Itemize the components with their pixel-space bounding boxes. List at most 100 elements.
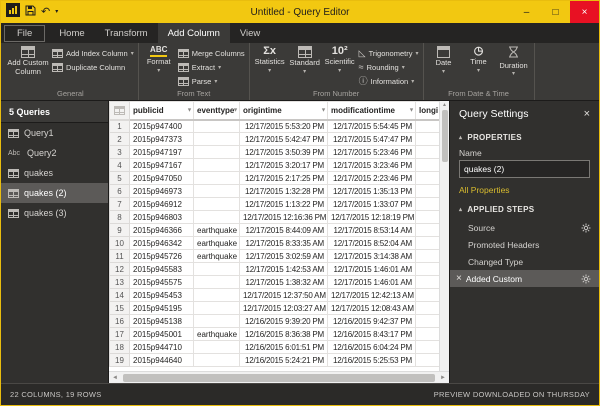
cell[interactable]: [193, 288, 240, 302]
gear-icon[interactable]: [581, 223, 591, 233]
cell[interactable]: [193, 275, 240, 289]
cell[interactable]: [415, 275, 439, 289]
row-number[interactable]: 13: [109, 275, 130, 289]
cell[interactable]: 2015p946342: [129, 236, 194, 250]
all-properties-link[interactable]: All Properties: [450, 178, 599, 199]
scroll-left-icon[interactable]: ◄: [109, 375, 121, 381]
cell[interactable]: [193, 340, 240, 354]
cell[interactable]: 12/16/2015 6:01:51 PM: [239, 340, 328, 354]
cell[interactable]: 12/17/2015 1:35:13 PM: [327, 184, 416, 198]
applied-step-changed-type[interactable]: Changed Type: [450, 253, 599, 270]
cell[interactable]: 2015p945575: [129, 275, 194, 289]
cell[interactable]: 12/17/2015 5:54:45 PM: [327, 119, 416, 133]
cell[interactable]: 12/16/2015 9:39:20 PM: [239, 314, 328, 328]
chevron-down-icon[interactable]: ▾: [55, 9, 58, 15]
date-button[interactable]: Date ▾: [428, 45, 460, 88]
table-corner-button[interactable]: [109, 101, 130, 121]
close-button[interactable]: ×: [570, 1, 599, 23]
row-number[interactable]: 2: [109, 132, 130, 146]
query-item-quakes-3-[interactable]: quakes (3): [1, 203, 108, 223]
horizontal-scroll-thumb[interactable]: [123, 373, 435, 382]
row-number[interactable]: 10: [109, 236, 130, 250]
statistics-button[interactable]: Σx Statistics ▾: [254, 45, 286, 88]
cell[interactable]: 2015p946973: [129, 184, 194, 198]
row-number[interactable]: 16: [109, 314, 130, 328]
scientific-button[interactable]: 10² Scientific ▾: [324, 45, 356, 88]
cell[interactable]: 12/17/2015 12:18:19 PM: [327, 210, 416, 224]
cell[interactable]: 2015p947197: [129, 145, 194, 159]
cell[interactable]: 12/17/2015 5:23:46 PM: [327, 145, 416, 159]
cell[interactable]: 2015p947167: [129, 158, 194, 172]
cell[interactable]: 12/17/2015 3:02:59 AM: [239, 249, 328, 263]
cell[interactable]: 2015p946803: [129, 210, 194, 224]
properties-section-header[interactable]: ▴ PROPERTIES: [450, 127, 599, 145]
cell[interactable]: 12/17/2015 8:53:14 AM: [327, 223, 416, 237]
cell[interactable]: 2015p947373: [129, 132, 194, 146]
cell[interactable]: earthquake: [193, 236, 240, 250]
delete-step-icon[interactable]: ×: [456, 273, 462, 284]
cell[interactable]: 12/17/2015 12:42:13 AM: [327, 288, 416, 302]
cell[interactable]: 12/17/2015 8:44:09 AM: [239, 223, 328, 237]
duration-button[interactable]: Duration ▾: [498, 45, 530, 88]
cell[interactable]: 12/17/2015 3:50:39 PM: [239, 145, 328, 159]
row-number[interactable]: 1: [109, 119, 130, 133]
cell[interactable]: 2015p944640: [129, 353, 194, 367]
cell[interactable]: 12/17/2015 1:33:07 PM: [327, 197, 416, 211]
cell[interactable]: [193, 197, 240, 211]
cell[interactable]: 12/17/2015 5:42:47 PM: [239, 132, 328, 146]
column-menu-icon[interactable]: ▾: [410, 107, 413, 114]
row-number[interactable]: 18: [109, 340, 130, 354]
cell[interactable]: [415, 262, 439, 276]
tab-view[interactable]: View: [230, 23, 270, 43]
cell[interactable]: 2015p945583: [129, 262, 194, 276]
scroll-right-icon[interactable]: ►: [437, 375, 449, 381]
row-number[interactable]: 7: [109, 197, 130, 211]
cell[interactable]: [415, 197, 439, 211]
cell[interactable]: [193, 145, 240, 159]
tab-file[interactable]: File: [4, 25, 46, 42]
column-header-eventtype[interactable]: eventtype ▾: [193, 101, 240, 121]
cell[interactable]: 12/17/2015 12:08:43 AM: [327, 301, 416, 315]
cell[interactable]: 12/17/2015 5:53:20 PM: [239, 119, 328, 133]
cell[interactable]: [415, 171, 439, 185]
query-item-query1[interactable]: Query1: [1, 123, 108, 143]
cell[interactable]: 12/16/2015 8:43:17 PM: [327, 327, 416, 341]
cell[interactable]: [415, 158, 439, 172]
cell[interactable]: 12/17/2015 8:52:04 AM: [327, 236, 416, 250]
cell[interactable]: 12/17/2015 2:17:25 PM: [239, 171, 328, 185]
cell[interactable]: 12/16/2015 6:04:24 PM: [327, 340, 416, 354]
merge-columns-button[interactable]: Merge Columns: [177, 47, 245, 60]
applied-step-promoted-headers[interactable]: Promoted Headers: [450, 236, 599, 253]
close-pane-icon[interactable]: ×: [584, 108, 590, 120]
cell[interactable]: 2015p945453: [129, 288, 194, 302]
cell[interactable]: [415, 145, 439, 159]
applied-step-source[interactable]: Source: [450, 219, 599, 236]
query-name-input[interactable]: [459, 160, 590, 178]
column-menu-icon[interactable]: ▾: [322, 107, 325, 114]
column-menu-icon[interactable]: ▾: [234, 107, 237, 114]
cell[interactable]: 12/16/2015 8:36:38 PM: [239, 327, 328, 341]
queries-pane-header[interactable]: 5 Queries: [1, 101, 108, 123]
query-item-quakes[interactable]: quakes: [1, 163, 108, 183]
cell[interactable]: 12/17/2015 3:14:38 AM: [327, 249, 416, 263]
column-header-origintime[interactable]: origintime ▾: [239, 101, 328, 121]
query-item-quakes-2-[interactable]: quakes (2): [1, 183, 108, 203]
cell[interactable]: 12/17/2015 3:23:46 PM: [327, 158, 416, 172]
save-icon[interactable]: [25, 3, 36, 21]
cell[interactable]: [415, 288, 439, 302]
cell[interactable]: 12/17/2015 1:46:01 AM: [327, 262, 416, 276]
undo-icon[interactable]: ↶: [41, 6, 50, 18]
duplicate-column-button[interactable]: Duplicate Column: [52, 61, 134, 74]
trigonometry-button[interactable]: ◺ Trigonometry ▾: [359, 47, 419, 60]
cell[interactable]: [415, 249, 439, 263]
row-number[interactable]: 11: [109, 249, 130, 263]
row-number[interactable]: 15: [109, 301, 130, 315]
vertical-scrollbar[interactable]: ▲: [439, 101, 449, 371]
cell[interactable]: [415, 210, 439, 224]
row-number[interactable]: 5: [109, 171, 130, 185]
column-header-publicid[interactable]: publicid ▾: [129, 101, 194, 121]
cell[interactable]: 12/17/2015 12:03:27 AM: [239, 301, 328, 315]
gear-icon[interactable]: [581, 274, 591, 284]
time-button[interactable]: ◷ Time ▾: [463, 45, 495, 88]
cell[interactable]: 12/17/2015 1:42:53 AM: [239, 262, 328, 276]
